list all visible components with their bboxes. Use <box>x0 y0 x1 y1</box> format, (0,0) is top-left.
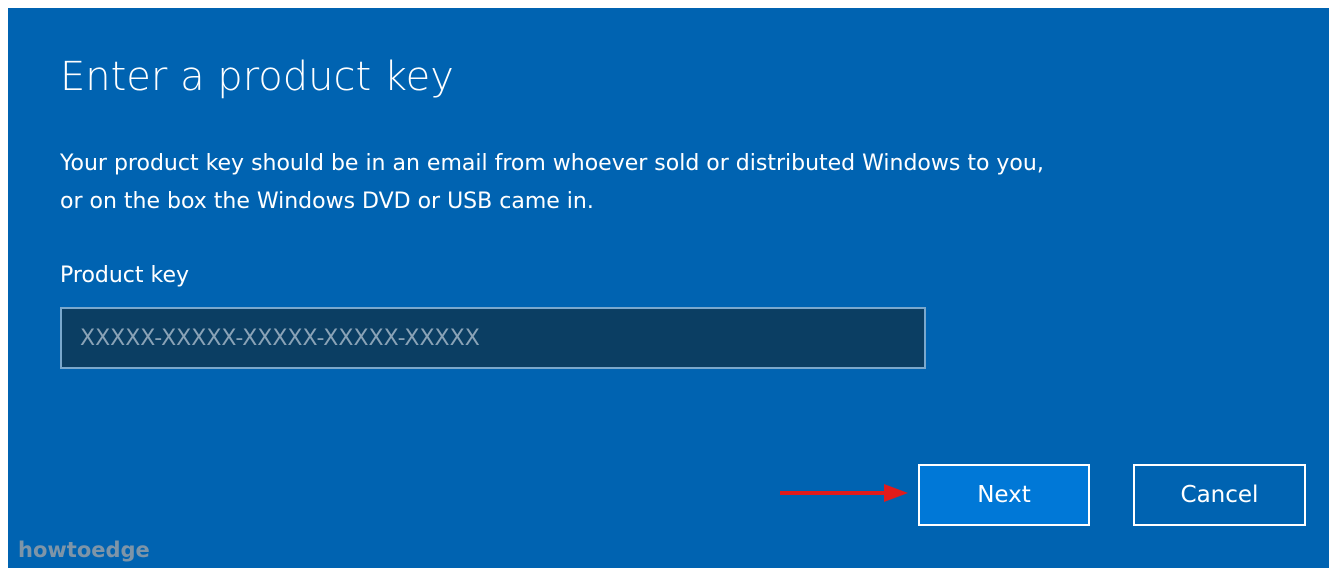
next-button-label: Next <box>977 482 1031 508</box>
description-line-2: or on the box the Windows DVD or USB cam… <box>60 189 594 214</box>
product-key-dialog: Enter a product key Your product key sho… <box>8 8 1329 568</box>
product-key-input[interactable] <box>60 307 926 369</box>
dialog-title: Enter a product key <box>60 54 454 100</box>
dialog-description: Your product key should be in an email f… <box>60 145 1280 221</box>
watermark: howtoedge <box>18 538 150 562</box>
screenshot-frame: Enter a product key Your product key sho… <box>0 0 1329 568</box>
cancel-button[interactable]: Cancel <box>1133 464 1306 526</box>
next-button[interactable]: Next <box>918 464 1090 526</box>
cancel-button-label: Cancel <box>1180 482 1259 508</box>
product-key-label: Product key <box>60 263 190 288</box>
description-line-1: Your product key should be in an email f… <box>60 151 1044 176</box>
arrow-head <box>884 484 908 502</box>
red-arrow-right-icon <box>780 484 908 502</box>
